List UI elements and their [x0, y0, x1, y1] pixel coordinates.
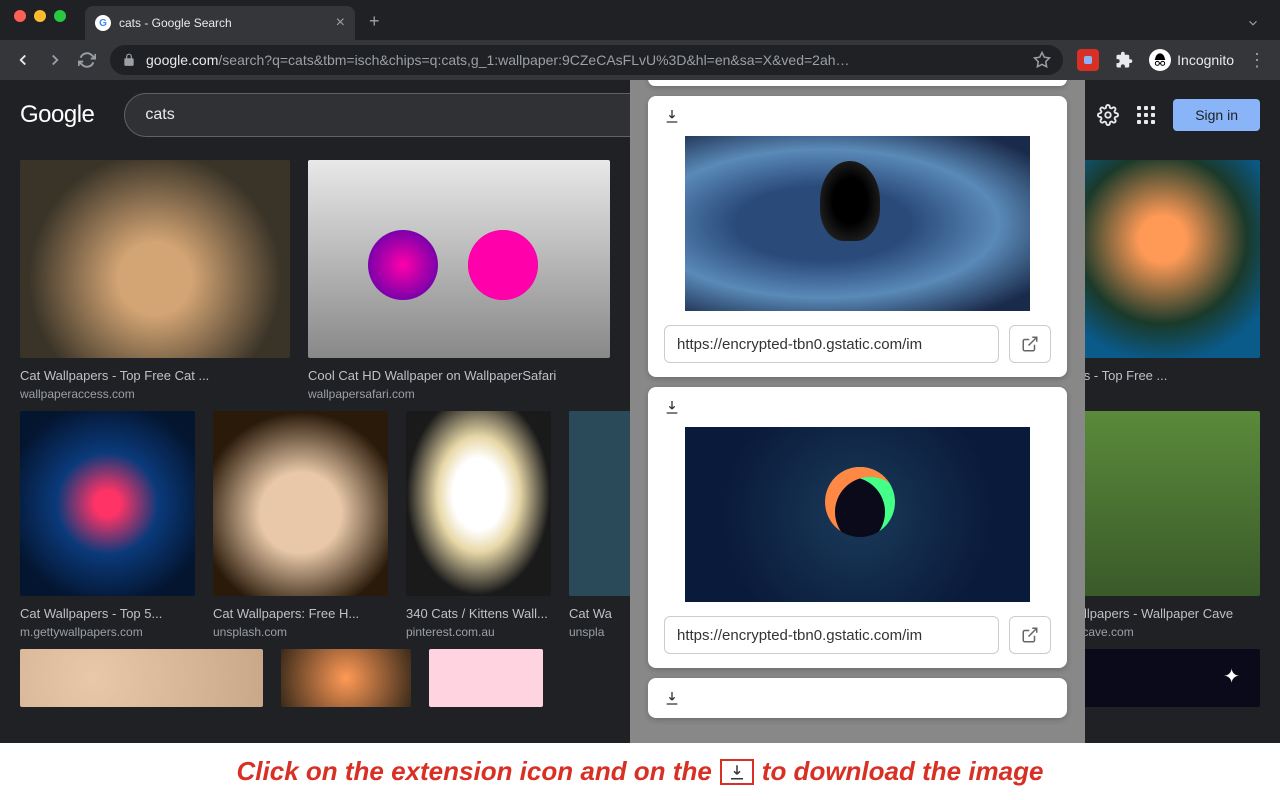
popup-image-preview [685, 136, 1030, 311]
result-thumbnail[interactable] [20, 411, 195, 596]
download-icon[interactable] [664, 399, 680, 415]
tab-bar: G cats - Google Search × + [0, 0, 1280, 40]
tab-title: cats - Google Search [119, 16, 328, 30]
image-url-input[interactable] [664, 616, 999, 654]
result-thumbnail[interactable] [1065, 160, 1260, 358]
result-title: 340 Cats / Kittens Wall... [406, 606, 551, 621]
search-value: cats [145, 106, 174, 124]
open-link-button[interactable] [1009, 325, 1051, 363]
result-title: Cat Wallpapers - Top 5... [20, 606, 195, 621]
result-thumbnail[interactable] [429, 649, 543, 707]
result-title: Cat Wa [569, 606, 639, 621]
result-thumbnail[interactable] [308, 160, 610, 358]
result-thumbnail[interactable] [213, 411, 388, 596]
download-icon-box [720, 759, 754, 785]
extension-popup [630, 80, 1085, 743]
reload-button[interactable] [78, 51, 96, 69]
download-icon[interactable] [664, 108, 680, 124]
popup-image-card [648, 678, 1067, 718]
result-item[interactable]: pers - Top Free ... [1065, 160, 1260, 401]
browser-tab[interactable]: G cats - Google Search × [85, 6, 355, 40]
result-source: percave.com [1065, 625, 1260, 639]
result-thumbnail[interactable] [20, 160, 290, 358]
result-title: Cat Wallpapers - Top Free Cat ... [20, 368, 290, 383]
popup-image-card [648, 96, 1067, 377]
tab-close-icon[interactable]: × [336, 14, 345, 32]
result-thumbnail[interactable] [1065, 411, 1260, 596]
result-item[interactable]: Cat Wallpapers: Free H... unsplash.com [213, 411, 388, 639]
result-source: unspla [569, 625, 639, 639]
new-tab-button[interactable]: + [369, 11, 380, 32]
banner-text: Click on the extension icon and on the [237, 756, 712, 787]
signin-button[interactable]: Sign in [1173, 99, 1260, 131]
incognito-label: Incognito [1177, 52, 1234, 68]
result-item[interactable]: Cat Wallpapers - Top Free Cat ... wallpa… [20, 160, 290, 401]
result-thumbnail[interactable] [569, 411, 639, 596]
address-bar: google.com/search?q=cats&tbm=isch&chips=… [0, 40, 1280, 80]
forward-button[interactable] [46, 51, 64, 69]
window-controls [14, 10, 66, 22]
settings-gear-icon[interactable] [1097, 104, 1119, 126]
result-source: m.gettywallpapers.com [20, 625, 195, 639]
image-downloader-extension-icon[interactable] [1077, 49, 1099, 71]
popup-image-card [648, 80, 1067, 86]
result-title: Cat Wallpapers: Free H... [213, 606, 388, 621]
download-icon[interactable] [664, 690, 680, 706]
result-source: pinterest.com.au [406, 625, 551, 639]
instruction-banner: Click on the extension icon and on the t… [0, 743, 1280, 800]
result-title: pers - Top Free ... [1065, 368, 1260, 383]
incognito-icon [1149, 49, 1171, 71]
lock-icon [122, 53, 136, 67]
result-title: Cool Cat HD Wallpaper on WallpaperSafari [308, 368, 610, 383]
back-button[interactable] [14, 51, 32, 69]
result-source: wallpaperaccess.com [20, 387, 290, 401]
image-url-input[interactable] [664, 325, 999, 363]
extensions-icon[interactable] [1113, 49, 1135, 71]
popup-image-card [648, 387, 1067, 668]
close-window-icon[interactable] [14, 10, 26, 22]
result-item[interactable]: Cool Cat HD Wallpaper on WallpaperSafari… [308, 160, 610, 401]
tab-overflow-icon[interactable] [1246, 16, 1260, 30]
url-text: google.com/search?q=cats&tbm=isch&chips=… [146, 52, 1023, 68]
popup-image-preview [685, 427, 1030, 602]
result-thumbnail[interactable] [281, 649, 411, 707]
result-thumbnail[interactable] [20, 649, 263, 707]
result-item[interactable]: 340 Cats / Kittens Wall... pinterest.com… [406, 411, 551, 639]
result-thumbnail[interactable] [406, 411, 551, 596]
url-box[interactable]: google.com/search?q=cats&tbm=isch&chips=… [110, 45, 1063, 75]
google-apps-icon[interactable] [1137, 106, 1155, 124]
bookmark-star-icon[interactable] [1033, 51, 1051, 69]
result-source: wallpapersafari.com [308, 387, 610, 401]
minimize-window-icon[interactable] [34, 10, 46, 22]
banner-text: to download the image [762, 756, 1044, 787]
incognito-indicator: Incognito [1149, 49, 1234, 71]
result-title: Wallpapers - Wallpaper Cave [1065, 606, 1260, 621]
result-item[interactable]: Cat Wallpapers - Top 5... m.gettywallpap… [20, 411, 195, 639]
google-favicon-icon: G [95, 15, 111, 31]
google-logo[interactable]: Google [20, 101, 94, 129]
result-source: unsplash.com [213, 625, 388, 639]
result-item[interactable]: Wallpapers - Wallpaper Cave percave.com [1065, 411, 1260, 639]
result-item[interactable]: Cat Wa unspla [569, 411, 639, 639]
browser-menu-icon[interactable]: ⋮ [1248, 50, 1266, 71]
maximize-window-icon[interactable] [54, 10, 66, 22]
open-link-button[interactable] [1009, 616, 1051, 654]
